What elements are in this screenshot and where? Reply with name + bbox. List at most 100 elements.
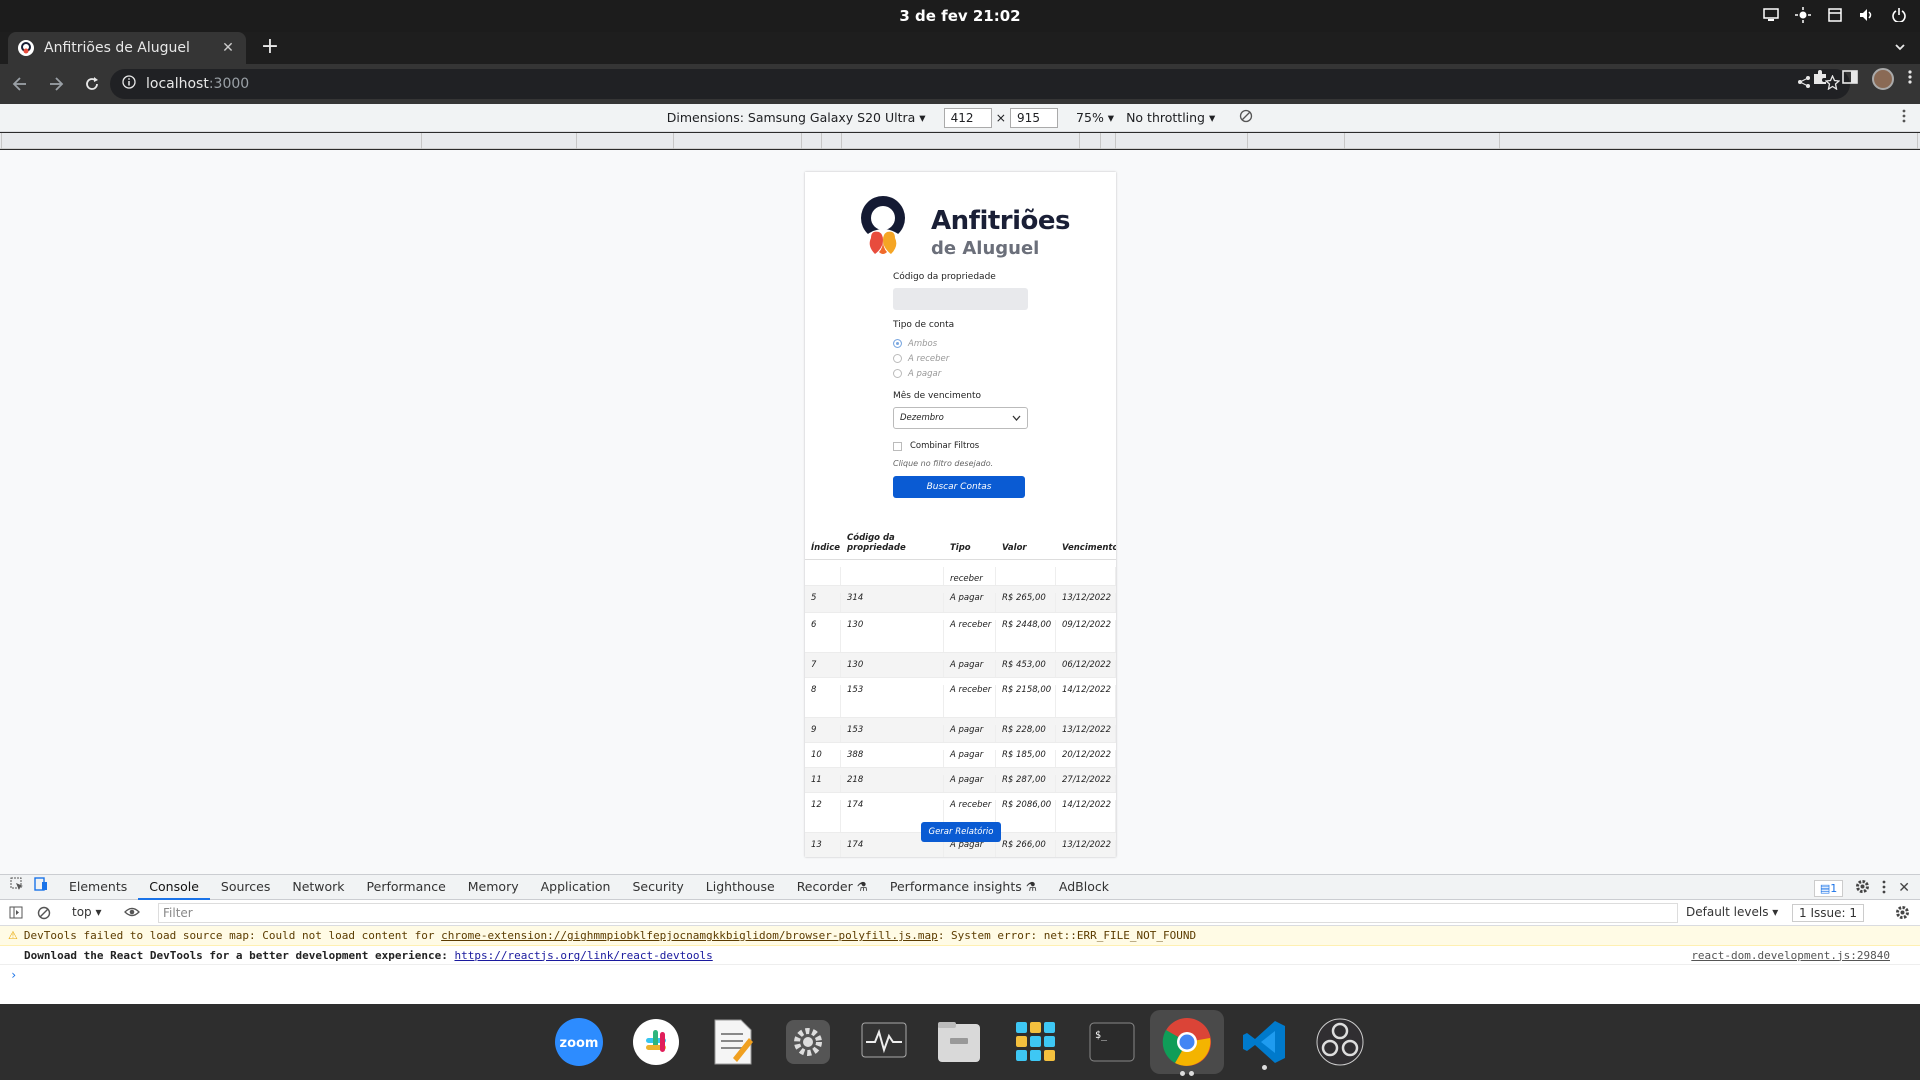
radio-dot[interactable] — [893, 369, 902, 378]
checkbox-box[interactable] — [893, 441, 902, 451]
profile-avatar[interactable] — [1872, 68, 1894, 90]
issues-button[interactable]: 1 Issue: 1 — [1792, 904, 1864, 922]
combine-filters-label: Combinar Filtros — [910, 441, 980, 451]
dock-terminal[interactable]: $_ — [1086, 1016, 1138, 1068]
extensions-puzzle-icon[interactable] — [1812, 69, 1828, 89]
devtools-tab-recorder[interactable]: Recorder ⚗ — [786, 874, 879, 900]
filter-form: Código da propriedade Tipo de conta Ambo… — [893, 272, 1028, 498]
search-accounts-button[interactable]: Buscar Contas — [893, 476, 1025, 498]
volume-icon[interactable] — [1858, 6, 1876, 24]
device-width-input[interactable]: 412 — [943, 107, 992, 128]
dock-app-grid[interactable] — [1010, 1016, 1062, 1068]
dock-vscode[interactable] — [1238, 1016, 1290, 1070]
inspect-element-icon[interactable] — [0, 874, 30, 900]
dock-obs[interactable] — [1314, 1016, 1366, 1068]
log-levels-select[interactable]: Default levels ▾ — [1686, 905, 1778, 919]
info-source-link[interactable]: react-dom.development.js:29840 — [1691, 949, 1890, 962]
new-tab-button[interactable]: + — [258, 36, 282, 60]
rotate-icon[interactable] — [1239, 109, 1253, 126]
table-cell-indice: 6 — [805, 620, 841, 652]
close-devtools-icon[interactable]: ✕ — [1898, 880, 1910, 896]
device-zoom-select[interactable]: 75% ▾ — [1076, 110, 1114, 125]
browser-tab[interactable]: Anfitriões de Aluguel ✕ — [8, 32, 246, 64]
device-mode-icon[interactable] — [30, 874, 58, 900]
table-cell-valor: R$ 453,00 — [996, 660, 1056, 677]
device-toolbar-menu-icon[interactable] — [1902, 109, 1906, 126]
devtools-tab-lighthouse[interactable]: Lighthouse — [695, 874, 786, 900]
brightness-icon[interactable] — [1794, 6, 1812, 24]
radio-dot[interactable] — [893, 339, 902, 348]
media-query-bar[interactable] — [0, 133, 1920, 149]
dock-zoom[interactable]: zoom — [553, 1016, 605, 1068]
site-info-icon[interactable] — [122, 75, 136, 93]
power-icon[interactable] — [1890, 6, 1908, 24]
table-cell-indice: 12 — [805, 800, 841, 832]
console-settings-icon[interactable] — [1895, 905, 1910, 923]
table-row-partial: receber — [805, 560, 1116, 586]
live-expression-eye-icon[interactable] — [124, 906, 140, 921]
dock-system-monitor[interactable] — [858, 1016, 910, 1068]
close-tab-icon[interactable]: ✕ — [220, 40, 236, 56]
dock-settings[interactable] — [782, 1016, 834, 1068]
table-cell — [1056, 567, 1116, 585]
combine-filters-checkbox[interactable]: Combinar Filtros — [893, 439, 1028, 453]
device-height-input[interactable]: 915 — [1010, 107, 1059, 128]
share-icon[interactable] — [1797, 75, 1811, 93]
devtools-settings-icon[interactable] — [1855, 879, 1870, 897]
devtools-tab-console[interactable]: Console — [138, 874, 210, 900]
back-button[interactable] — [4, 68, 36, 100]
chevron-down-icon[interactable] — [1894, 38, 1906, 57]
radio-receivable[interactable]: A receber — [893, 351, 1028, 366]
warning-link[interactable]: chrome-extension://gighmmpiobklfepjocnam… — [441, 929, 938, 942]
console-sidebar-icon[interactable] — [9, 906, 23, 922]
system-tray[interactable] — [1762, 6, 1908, 24]
address-bar[interactable]: localhost:3000 — [110, 69, 1850, 99]
clear-console-icon[interactable] — [37, 906, 51, 923]
radio-dot[interactable] — [893, 354, 902, 363]
radio-both[interactable]: Ambos — [893, 336, 1028, 351]
svg-text:$_: $_ — [1095, 1030, 1108, 1041]
table-cell-vencimento: 14/12/2022 — [1056, 685, 1116, 717]
devtools-tab-performance[interactable]: Performance — [356, 874, 457, 900]
side-panel-icon[interactable] — [1842, 69, 1858, 89]
table-cell-tipo: A pagar — [944, 750, 996, 767]
browser-menu-icon[interactable] — [1908, 69, 1912, 89]
devtools-menu-icon[interactable] — [1882, 880, 1886, 897]
system-clock[interactable]: 3 de fev 21:02 — [0, 7, 1920, 25]
notifications-icon[interactable] — [1826, 6, 1844, 24]
devtools-tab-application[interactable]: Application — [530, 874, 622, 900]
context-select[interactable]: top ▾ — [72, 905, 102, 919]
table-row: 10 388 A pagar R$ 185,00 20/12/2022 — [805, 743, 1116, 768]
screen-share-icon[interactable] — [1762, 6, 1780, 24]
dock-text-editor[interactable] — [707, 1016, 759, 1068]
messages-badge[interactable]: ▤ 1 — [1813, 879, 1844, 897]
generate-report-button[interactable]: Gerar Relatório — [921, 822, 1001, 842]
table-cell-indice: 5 — [805, 593, 841, 612]
dock-files[interactable] — [933, 1016, 985, 1068]
info-link[interactable]: https://reactjs.org/link/react-devtools — [454, 949, 712, 962]
devtools-tab-adblock[interactable]: AdBlock — [1048, 874, 1120, 900]
devtools-tab-performance-insights[interactable]: Performance insights ⚗ — [879, 874, 1048, 900]
property-code-input[interactable] — [893, 288, 1028, 310]
console-prompt[interactable]: › — [0, 965, 1920, 985]
devtools-tab-security[interactable]: Security — [621, 874, 694, 900]
table-cell-codigo: 153 — [841, 685, 944, 717]
devtools-tab-memory[interactable]: Memory — [457, 874, 530, 900]
console-filter-input[interactable]: Filter — [158, 903, 1678, 923]
radio-payable[interactable]: A pagar — [893, 366, 1028, 381]
reload-button[interactable] — [76, 68, 108, 100]
dock-chrome[interactable] — [1150, 1010, 1224, 1076]
devtools-tab-network[interactable]: Network — [281, 874, 355, 900]
radio-label: A pagar — [908, 368, 942, 379]
throttling-select[interactable]: No throttling ▾ — [1126, 110, 1215, 125]
due-month-select[interactable]: Dezembro — [893, 407, 1028, 429]
devtools-tab-sources[interactable]: Sources — [210, 874, 281, 900]
dock-slack[interactable] — [630, 1016, 682, 1068]
devtools-tab-elements[interactable]: Elements — [58, 874, 138, 900]
device-dimensions-select[interactable]: Dimensions: Samsung Galaxy S20 Ultra ▾ — [667, 110, 926, 125]
property-code-label: Código da propriedade — [893, 272, 996, 282]
table-cell-codigo: 388 — [841, 750, 944, 767]
forward-button[interactable] — [40, 68, 72, 100]
table-cell-valor: R$ 228,00 — [996, 725, 1056, 742]
brand-mark-icon — [861, 196, 905, 254]
